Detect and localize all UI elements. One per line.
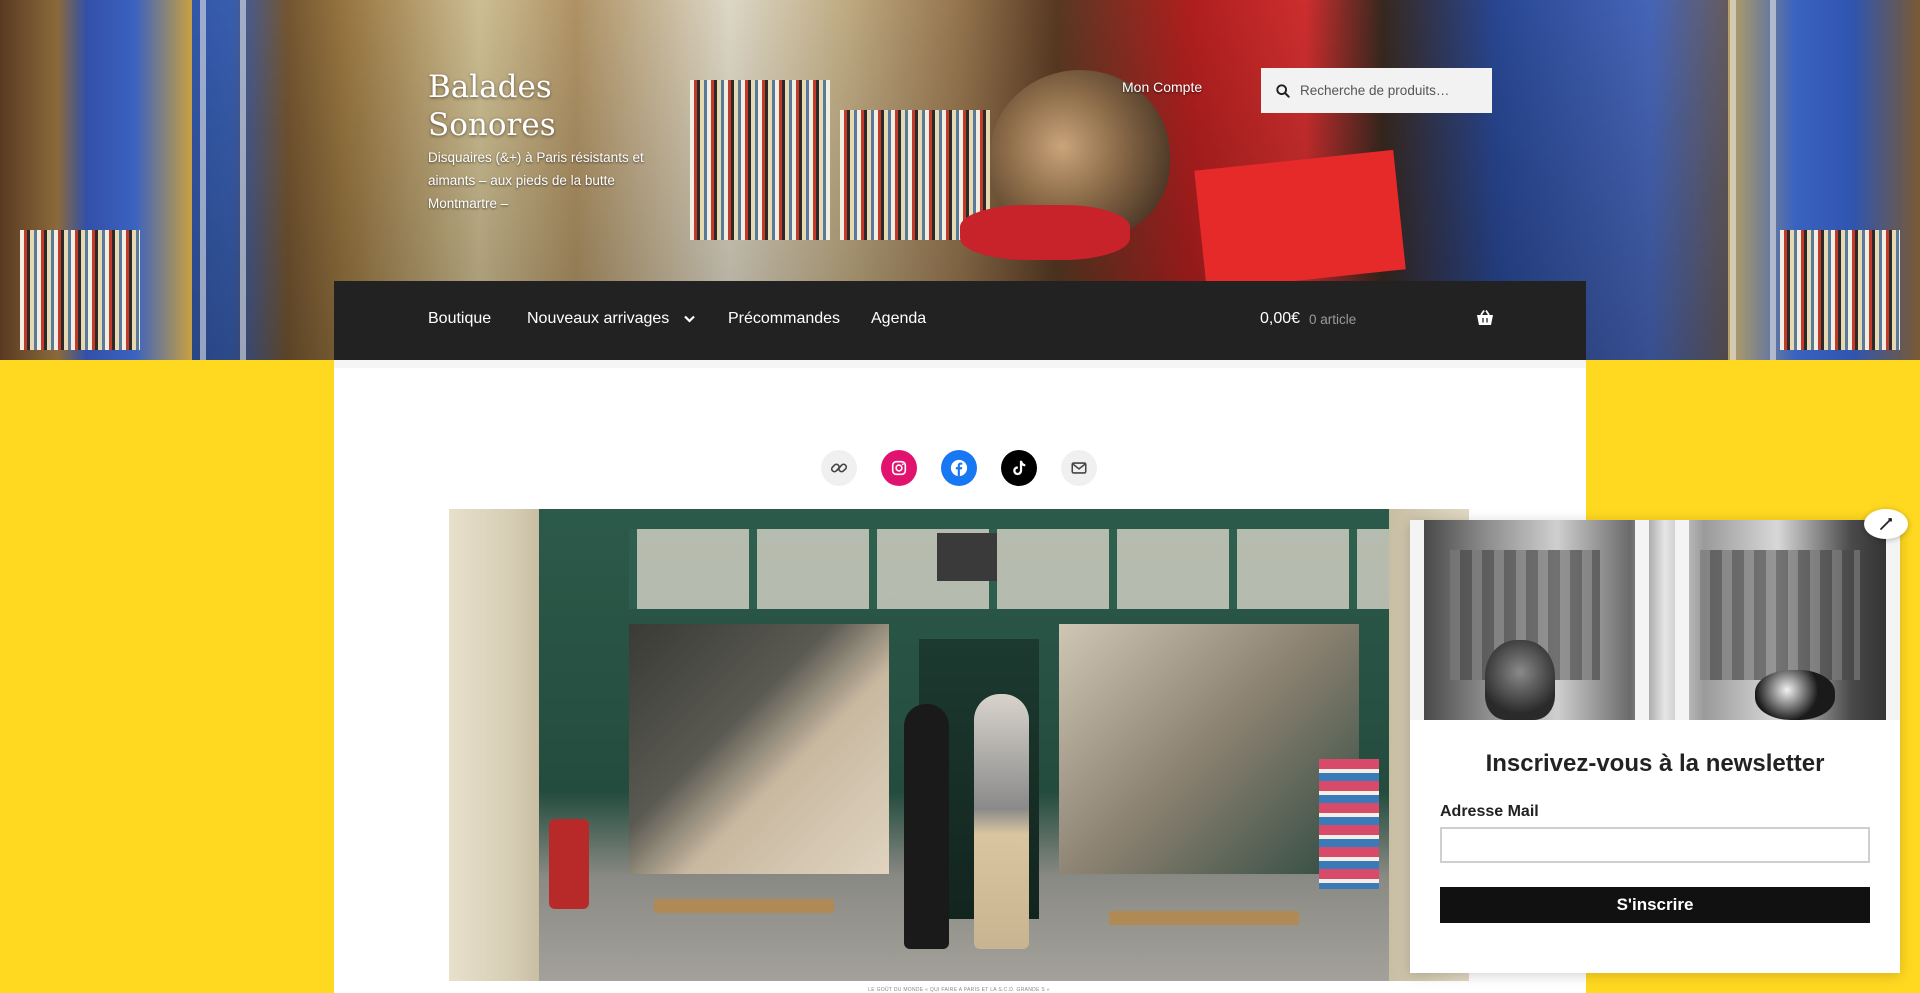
subscribe-button[interactable]: S'inscrire: [1440, 887, 1870, 923]
banner-record-shelf: [1780, 230, 1900, 350]
popup-window-frame: [1410, 520, 1424, 720]
nav-item-agenda[interactable]: Agenda: [871, 310, 926, 328]
popup-title: Inscrivez-vous à la newsletter: [1485, 750, 1825, 777]
newsletter-popup: Inscrivez-vous à la newsletter Adresse M…: [1410, 520, 1900, 973]
cart-count[interactable]: 0 article: [1309, 312, 1356, 327]
nav-item-label: Nouveaux arrivages: [527, 310, 670, 328]
product-search[interactable]: [1261, 68, 1492, 113]
nav-item-nouveaux-arrivages[interactable]: Nouveaux arrivages: [527, 310, 695, 328]
storefront-bench: [654, 899, 834, 913]
banner-record-shelf: [20, 230, 140, 350]
close-icon[interactable]: [1864, 509, 1908, 539]
storefront-window: [1059, 624, 1359, 874]
storefront-window: [629, 624, 889, 874]
chevron-down-icon: [683, 310, 695, 328]
search-icon: [1276, 83, 1290, 98]
instagram-icon[interactable]: [881, 450, 917, 486]
image-caption: LE GOÛT DU MONDE « QUI FAIRE A PARIS ET …: [868, 987, 1050, 993]
social-links: [821, 450, 1097, 486]
nav-item-boutique[interactable]: Boutique: [428, 310, 491, 328]
storefront-person: [904, 704, 949, 949]
popup-window-frame: [1635, 520, 1649, 720]
primary-nav: Boutique Nouveaux arrivages Précommandes…: [334, 281, 1586, 360]
storefront-person: [974, 694, 1029, 949]
email-label: Adresse Mail: [1440, 803, 1539, 820]
email-field[interactable]: [1440, 827, 1870, 863]
storefront-pillar: [449, 509, 539, 981]
site-title[interactable]: Balades Sonores: [428, 68, 628, 144]
mail-icon[interactable]: [1061, 450, 1097, 486]
account-link[interactable]: Mon Compte: [1122, 79, 1202, 95]
basket-icon[interactable]: [1476, 309, 1494, 327]
popup-cats-image: [1410, 520, 1900, 720]
tiktok-icon[interactable]: [1001, 450, 1037, 486]
banner-window: [200, 0, 260, 360]
search-input[interactable]: [1300, 83, 1480, 98]
storefront-logo-sign: [937, 533, 997, 581]
site-tagline: Disquaires (&+) à Paris résistants et ai…: [428, 150, 644, 211]
storefront-trolley: [549, 819, 589, 909]
popup-window-frame: [1675, 520, 1689, 720]
facebook-icon[interactable]: [941, 450, 977, 486]
popup-window-frame: [1886, 520, 1900, 720]
banner-cd-shelf: [690, 80, 830, 240]
banner-record-sign: [1194, 149, 1406, 291]
popup-cat: [1485, 640, 1555, 720]
storefront-transom: [629, 529, 1389, 609]
popup-cat: [1755, 670, 1835, 720]
banner-cat-scarf: [960, 205, 1130, 260]
link-icon[interactable]: [821, 450, 857, 486]
storefront-bench: [1109, 911, 1299, 925]
popup-building: [1700, 550, 1860, 680]
nav-item-precommandes[interactable]: Précommandes: [728, 310, 840, 328]
storefront-postcard-rack: [1319, 759, 1379, 889]
shop-storefront-image: [449, 509, 1469, 981]
cart-total[interactable]: 0,00€: [1260, 310, 1300, 328]
